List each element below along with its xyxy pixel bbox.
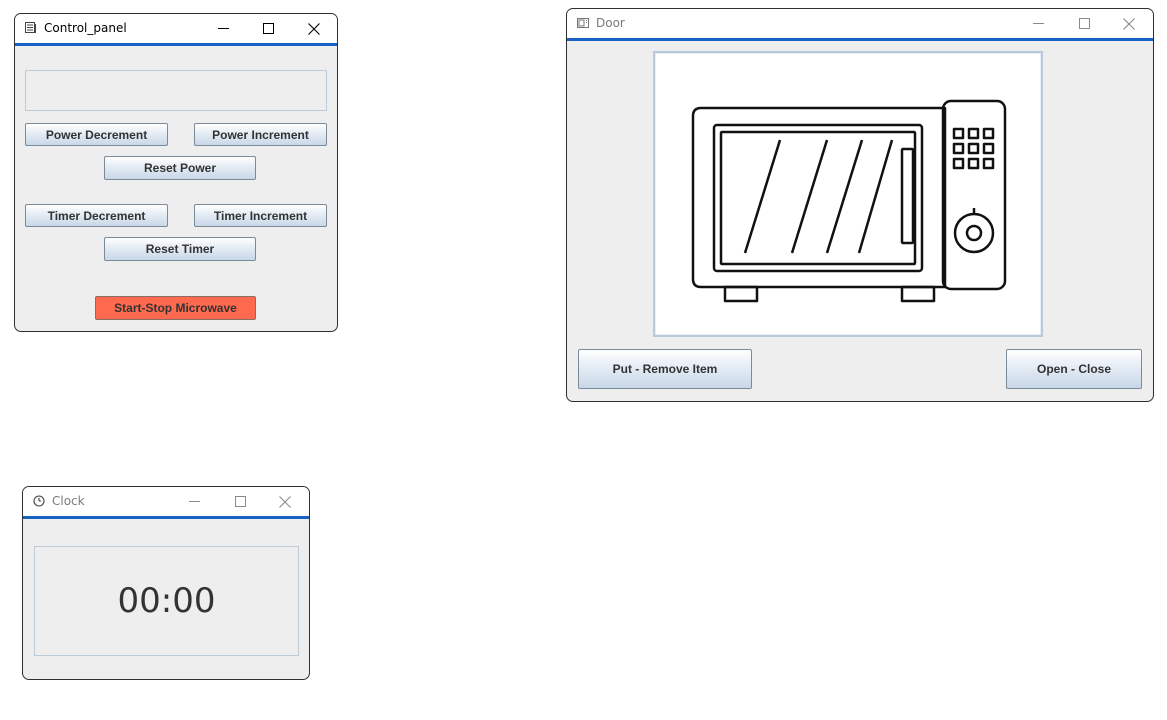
clock-window: Clock 00:00 [22,486,310,680]
reset-power-button[interactable]: Reset Power [104,156,256,180]
clock-app-icon [32,494,46,508]
power-increment-button[interactable]: Power Increment [194,123,327,146]
door-window: Door Put - Remove Item Open - Close [566,8,1154,402]
microwave-image-panel [653,51,1043,337]
power-decrement-button[interactable]: Power Decrement [25,123,168,146]
timer-increment-button[interactable]: Timer Increment [194,204,327,227]
clock-titlebar[interactable]: Clock [23,487,309,519]
microwave-oven-icon [691,99,1007,303]
minimize-icon[interactable] [171,487,217,516]
power-display-field[interactable] [25,70,327,111]
control-panel-window: Control_panel Power Decrement Power Incr… [14,13,338,332]
put-remove-item-button[interactable]: Put - Remove Item [578,349,752,389]
minimize-icon[interactable] [1015,9,1061,38]
door-titlebar[interactable]: Door [567,9,1153,41]
reset-timer-button[interactable]: Reset Timer [104,237,256,261]
close-icon[interactable] [262,487,308,516]
close-icon[interactable] [291,14,337,43]
close-icon[interactable] [1106,9,1152,38]
java-app-icon [576,16,590,30]
java-app-icon [24,21,38,35]
window-title: Door [596,16,625,30]
maximize-icon[interactable] [1061,9,1107,38]
minimize-icon[interactable] [200,14,246,43]
timer-decrement-button[interactable]: Timer Decrement [25,204,168,227]
window-title: Control_panel [44,21,127,35]
control-panel-titlebar[interactable]: Control_panel [15,14,337,46]
window-title: Clock [52,494,85,508]
maximize-icon[interactable] [245,14,291,43]
maximize-icon[interactable] [217,487,263,516]
clock-time-display: 00:00 [34,546,299,656]
open-close-button[interactable]: Open - Close [1006,349,1142,389]
start-stop-microwave-button[interactable]: Start-Stop Microwave [95,296,256,320]
